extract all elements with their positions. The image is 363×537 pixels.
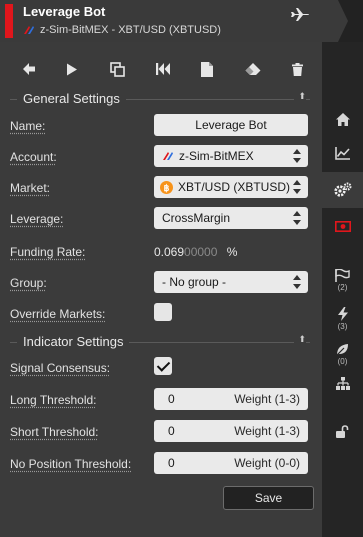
funding-rate-value: 0.06900000 %	[154, 245, 237, 259]
account-value: z-Sim-BitMEX	[179, 149, 254, 163]
market-value: XBT/USD (XBTUSD)	[178, 180, 291, 194]
clone-button[interactable]	[104, 56, 130, 82]
leaf-icon	[336, 343, 348, 356]
leverage-value: CrossMargin	[162, 211, 231, 225]
home-icon	[335, 112, 350, 126]
lightning-count: (3)	[337, 322, 348, 331]
funding-rate-unit: %	[226, 245, 238, 259]
long-threshold-input[interactable]: 0 Weight (1-3)	[154, 388, 308, 410]
trash-icon	[291, 62, 303, 76]
override-markets-label: Override Markets:	[10, 307, 106, 321]
bot-toolbar	[10, 56, 310, 82]
svg-text:฿: ฿	[164, 183, 170, 193]
bitcoin-icon: ฿	[160, 180, 173, 194]
long-threshold-label: Long Threshold:	[10, 393, 97, 407]
back-button[interactable]	[16, 56, 42, 82]
indicator-settings-header[interactable]: Indicator Settings ⬆︎	[10, 334, 310, 352]
select-arrows-icon	[293, 210, 301, 226]
no-position-threshold-value: 0	[168, 456, 175, 470]
name-value: Leverage Bot	[195, 118, 267, 132]
rewind-icon	[155, 63, 170, 75]
select-arrows-icon	[293, 179, 301, 195]
sidebar-item-leaf[interactable]: (0)	[322, 340, 363, 368]
short-threshold-value: 0	[168, 424, 175, 438]
chart-icon	[335, 146, 350, 160]
sidebar-item-chart[interactable]	[322, 140, 363, 166]
start-button[interactable]	[59, 56, 85, 82]
settings-icon	[333, 182, 351, 197]
airplane-icon[interactable]	[290, 6, 310, 22]
sidebar-item-home[interactable]	[322, 106, 363, 132]
select-arrows-icon	[293, 148, 301, 164]
group-label: Group:	[10, 276, 47, 290]
general-settings-header[interactable]: General Settings ⬆︎	[10, 91, 310, 109]
leaf-count: (0)	[337, 356, 348, 366]
funding-rate-padding: 00000	[184, 245, 218, 259]
sidebar-item-hierarchy[interactable]	[322, 372, 363, 394]
notes-button[interactable]	[194, 56, 220, 82]
collapse-icon[interactable]: ⬆︎	[294, 334, 306, 345]
bitmex-icon	[24, 26, 34, 34]
sidebar-item-money[interactable]	[322, 214, 363, 238]
arrow-left-icon	[23, 63, 35, 75]
bot-title: Leverage Bot	[23, 4, 106, 19]
delete-button[interactable]	[284, 56, 310, 82]
long-threshold-value: 0	[168, 392, 175, 406]
copy-icon	[109, 61, 125, 77]
flags-icon	[335, 268, 350, 282]
flags-count: (2)	[337, 282, 348, 292]
signal-consensus-checkbox[interactable]	[154, 357, 172, 375]
lightning-icon	[337, 307, 348, 321]
money-icon	[334, 220, 351, 232]
select-arrows-icon	[293, 274, 301, 290]
document-icon	[201, 61, 213, 77]
no-position-threshold-input[interactable]: 0 Weight (0-0)	[154, 452, 308, 474]
name-label: Name:	[10, 119, 46, 133]
group-select[interactable]: - No group -	[154, 271, 308, 293]
group-value: - No group -	[162, 275, 227, 289]
funding-rate-label: Funding Rate:	[10, 245, 86, 259]
market-label: Market:	[10, 181, 51, 195]
save-button[interactable]: Save	[223, 486, 314, 510]
hierarchy-icon	[335, 376, 350, 390]
name-field[interactable]: Leverage Bot	[154, 114, 308, 136]
no-position-threshold-label: No Position Threshold:	[10, 457, 132, 471]
play-icon	[67, 63, 77, 75]
bitmex-icon	[163, 152, 173, 160]
long-threshold-hint: Weight (1-3)	[234, 392, 300, 406]
signal-consensus-label: Signal Consensus:	[10, 361, 111, 375]
leverage-label: Leverage:	[10, 212, 64, 226]
sidebar-item-settings[interactable]	[322, 172, 363, 208]
tab-arrow	[338, 0, 348, 42]
no-position-threshold-hint: Weight (0-0)	[234, 456, 300, 470]
unlock-icon	[336, 424, 349, 438]
leverage-select[interactable]: CrossMargin	[154, 207, 308, 229]
eraser-icon	[245, 63, 261, 75]
bot-subtitle-text: z-Sim-BitMEX - XBT/USD (XBTUSD)	[40, 24, 221, 36]
funding-rate-main: 0.069	[154, 245, 185, 259]
account-select[interactable]: z-Sim-BitMEX	[154, 145, 308, 167]
erase-button[interactable]	[240, 56, 266, 82]
status-indicator	[5, 4, 13, 38]
general-settings-title: General Settings	[17, 91, 126, 106]
bot-settings-panel: General Settings ⬆︎ Name: Leverage Bot A…	[0, 42, 322, 537]
reset-button[interactable]	[150, 56, 176, 82]
account-label: Account:	[10, 150, 57, 164]
short-threshold-hint: Weight (1-3)	[234, 424, 300, 438]
sidebar-item-unlock[interactable]	[322, 420, 363, 442]
sidebar-item-flags[interactable]: (2)	[322, 266, 363, 294]
market-select[interactable]: ฿ XBT/USD (XBTUSD)	[154, 176, 308, 198]
sidebar-item-lightning[interactable]: (3)	[322, 304, 363, 334]
indicator-settings-title: Indicator Settings	[17, 334, 130, 349]
short-threshold-input[interactable]: 0 Weight (1-3)	[154, 420, 308, 442]
bot-header: Leverage Bot z-Sim-BitMEX - XBT/USD (XBT…	[0, 0, 363, 42]
short-threshold-label: Short Threshold:	[10, 425, 99, 439]
bot-subtitle: z-Sim-BitMEX - XBT/USD (XBTUSD)	[23, 24, 221, 36]
right-sidebar: (2) (3) (0)	[322, 42, 363, 537]
collapse-icon[interactable]: ⬆︎	[294, 91, 306, 102]
override-markets-checkbox[interactable]	[154, 303, 172, 321]
